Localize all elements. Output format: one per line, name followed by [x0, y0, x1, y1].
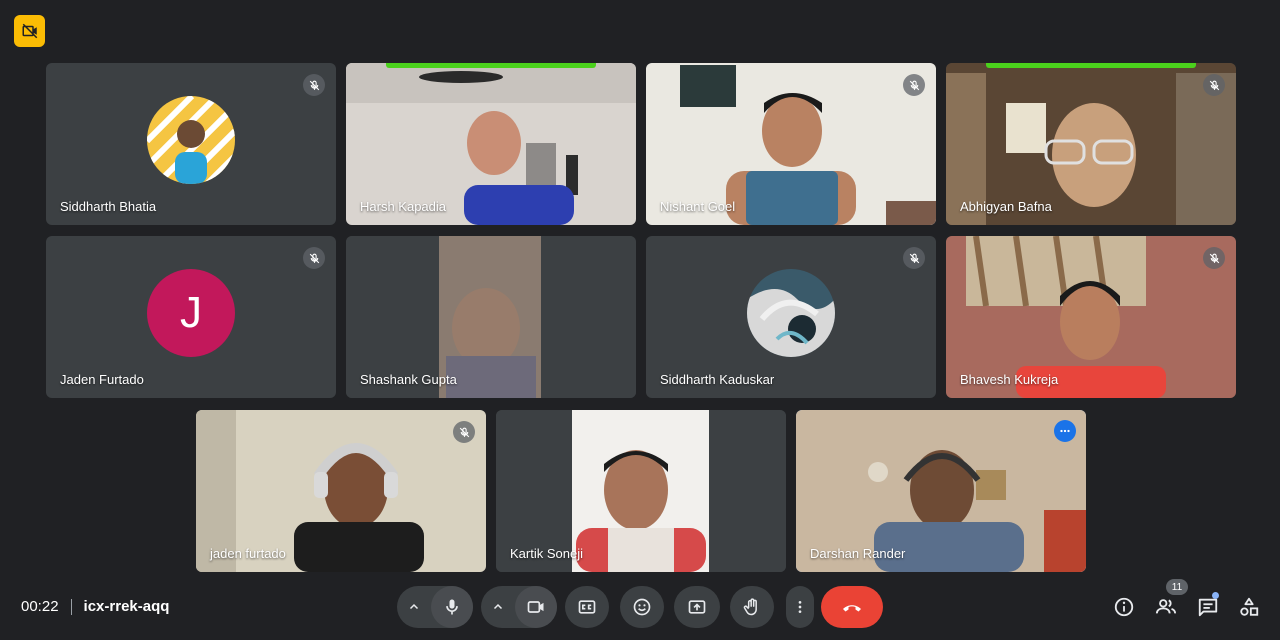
- participant-tile[interactable]: Bhavesh Kukreja: [946, 236, 1236, 398]
- activities-icon: [1240, 597, 1259, 616]
- chevron-up-icon: [409, 603, 419, 610]
- participant-name: Nishant Goel: [660, 199, 736, 214]
- mic-off-icon: [903, 74, 925, 96]
- people-count-badge: 11: [1166, 579, 1188, 595]
- avatar: J: [147, 269, 235, 357]
- more-options-button[interactable]: [786, 586, 814, 628]
- camera-off-icon: [22, 23, 37, 39]
- audio-options-button[interactable]: [397, 586, 431, 628]
- participant-tile[interactable]: J Jaden Furtado: [46, 236, 336, 398]
- meeting-info: 00:22 icx-rrek-aqq: [21, 598, 169, 615]
- participant-tile[interactable]: Shashank Gupta: [346, 236, 636, 398]
- participant-name: jaden furtado: [210, 546, 286, 561]
- raise-hand-button[interactable]: [730, 586, 774, 628]
- leave-call-button[interactable]: [821, 586, 883, 628]
- end-call-icon: [843, 605, 861, 612]
- mic-off-icon: [903, 247, 925, 269]
- divider: [70, 598, 72, 615]
- reactions-button[interactable]: [620, 586, 664, 628]
- mic-off-icon: [303, 247, 325, 269]
- avatar: [747, 269, 835, 357]
- captions-icon: [578, 600, 596, 614]
- participant-tile[interactable]: jaden furtado: [196, 410, 486, 572]
- speaking-indicator: [986, 63, 1196, 68]
- mic-off-icon: [1203, 74, 1225, 96]
- participant-name: Darshan Rander: [810, 546, 906, 561]
- present-icon: [688, 600, 706, 614]
- mic-button[interactable]: [431, 586, 473, 628]
- people-button[interactable]: [1151, 592, 1181, 622]
- participant-tile[interactable]: Siddharth Kaduskar: [646, 236, 936, 398]
- present-button[interactable]: [674, 586, 720, 628]
- meeting-code: icx-rrek-aqq: [83, 598, 170, 615]
- speaking-indicator: [386, 63, 596, 68]
- avatar: [147, 96, 235, 184]
- chat-icon: [1198, 598, 1218, 617]
- mic-icon: [446, 599, 458, 615]
- meeting-time: 00:22: [21, 598, 59, 615]
- participant-name: Bhavesh Kukreja: [960, 372, 1059, 387]
- chat-notification-dot: [1212, 592, 1219, 599]
- participant-tile[interactable]: Abhigyan Bafna: [946, 63, 1236, 225]
- participant-tile[interactable]: Harsh Kapadia: [346, 63, 636, 225]
- chevron-up-icon: [493, 603, 503, 610]
- activities-button[interactable]: [1234, 592, 1264, 622]
- captions-button[interactable]: [565, 586, 609, 628]
- participant-name: Shashank Gupta: [360, 372, 457, 387]
- raise-hand-icon: [743, 598, 757, 616]
- participant-tile[interactable]: Kartik Soneji: [496, 410, 786, 572]
- camera-icon: [527, 601, 544, 613]
- participant-tile[interactable]: Siddharth Bhatia: [46, 63, 336, 225]
- more-vertical-icon: [798, 601, 802, 613]
- more-horizontal-icon: [1060, 429, 1070, 433]
- meeting-details-button[interactable]: [1109, 592, 1139, 622]
- participant-name: Siddharth Kaduskar: [660, 372, 775, 387]
- mic-control-group: [397, 586, 473, 628]
- participant-name: Harsh Kapadia: [360, 199, 446, 214]
- mic-off-icon: [1203, 247, 1225, 269]
- participant-name: Siddharth Bhatia: [60, 199, 157, 214]
- camera-control-group: [481, 586, 557, 628]
- camera-button[interactable]: [515, 586, 557, 628]
- camera-off-badge[interactable]: [14, 15, 45, 47]
- mic-off-icon: [303, 74, 325, 96]
- more-options-button[interactable]: [1054, 420, 1076, 442]
- participant-name: Kartik Soneji: [510, 546, 583, 561]
- info-icon: [1114, 597, 1134, 617]
- participant-name: Jaden Furtado: [60, 372, 144, 387]
- people-icon: [1155, 599, 1177, 614]
- participant-tile-self[interactable]: Darshan Rander: [796, 410, 1086, 572]
- mic-off-icon: [453, 421, 475, 443]
- emoji-icon: [633, 598, 651, 616]
- participant-tile[interactable]: Nishant Goel: [646, 63, 936, 225]
- video-options-button[interactable]: [481, 586, 515, 628]
- participant-name: Abhigyan Bafna: [960, 199, 1052, 214]
